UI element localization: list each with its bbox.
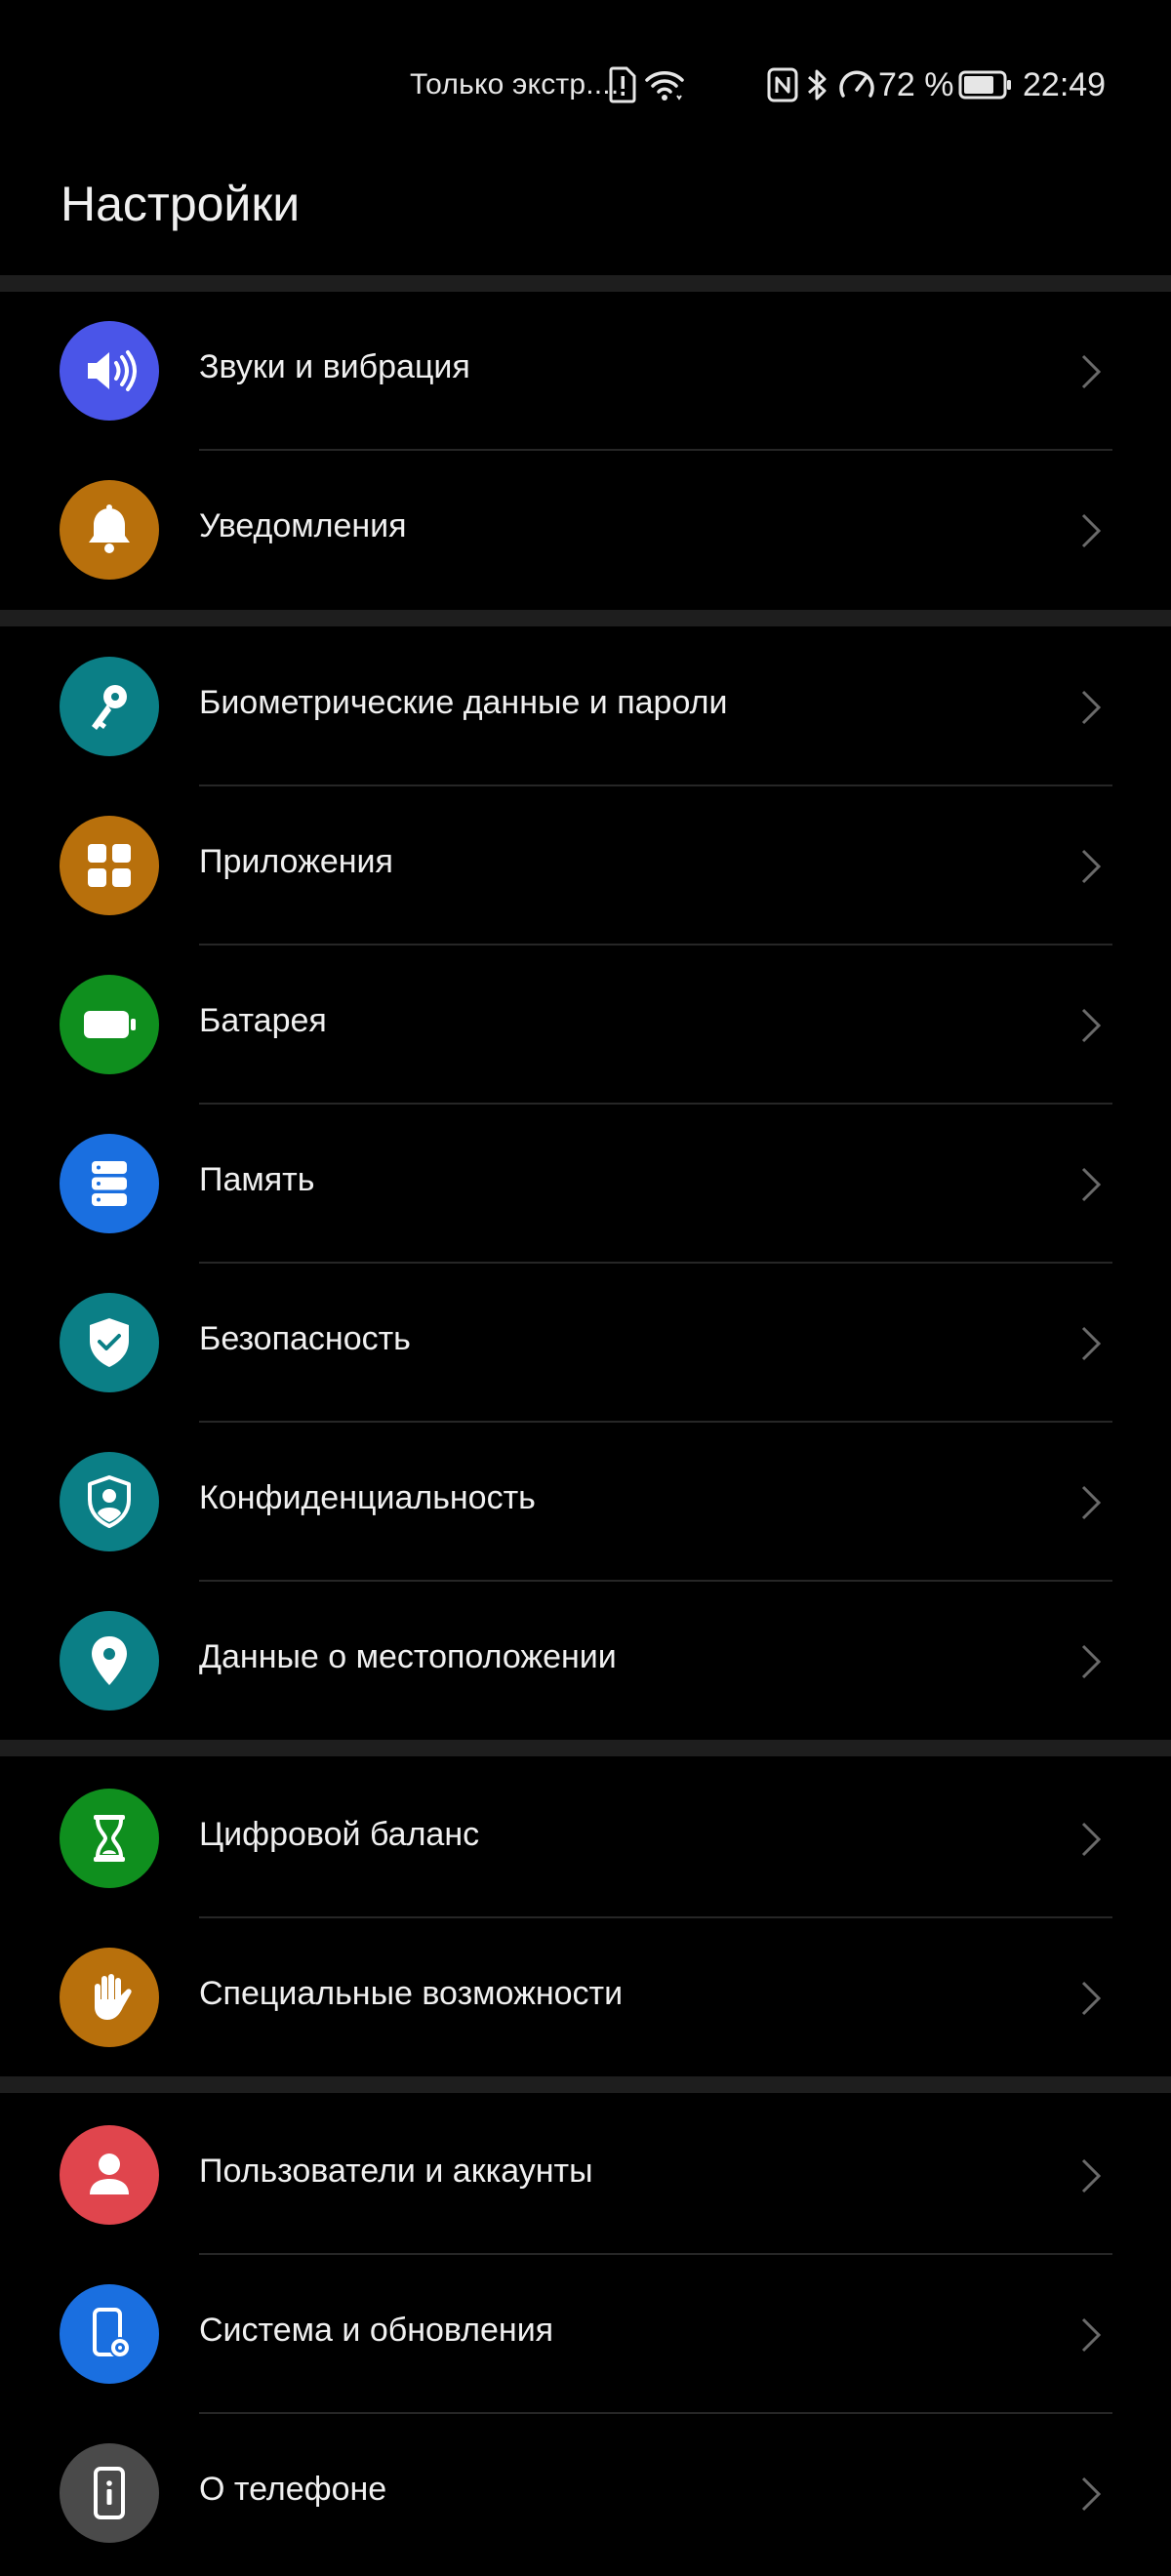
settings-item-label: Конфиденциальность — [199, 1479, 536, 1516]
speaker-icon — [88, 350, 137, 391]
storage-icon-circle — [60, 1134, 159, 1233]
speedometer-icon — [839, 70, 874, 98]
battery-icon — [84, 1011, 136, 1038]
status-bar: Только экстр.... 72 % 22:49 — [0, 0, 1171, 172]
chevron-right-icon — [1081, 2476, 1102, 2512]
settings-item-system[interactable]: Система и обновления — [0, 2255, 1171, 2414]
chevron-right-icon — [1081, 1644, 1102, 1679]
system-icon-circle — [60, 2284, 159, 2384]
section-divider — [0, 610, 1171, 626]
clock: 22:49 — [1023, 66, 1107, 103]
hourglass-icon — [94, 1815, 125, 1862]
hand-icon — [95, 1974, 132, 2020]
battery-percent: 72 % — [878, 66, 954, 103]
shield-check-icon — [90, 1318, 129, 1367]
settings-item-label: Безопасность — [199, 1320, 411, 1357]
settings-item-accessibility[interactable]: Специальные возможности — [0, 1918, 1171, 2077]
security-icon-circle — [60, 1293, 159, 1392]
chevron-right-icon — [1081, 1822, 1102, 1857]
notifications-icon-circle — [60, 480, 159, 580]
phone-info-icon — [94, 2467, 125, 2519]
settings-item-label: Цифровой баланс — [199, 1816, 480, 1853]
page-title: Настройки — [61, 177, 301, 231]
settings-item-label: Специальные возможности — [199, 1975, 624, 2012]
settings-item-security[interactable]: Безопасность — [0, 1264, 1171, 1423]
settings-item-sounds[interactable]: Звуки и вибрация — [0, 292, 1171, 451]
section-divider — [0, 1740, 1171, 1756]
chevron-right-icon — [1081, 690, 1102, 725]
location-pin-icon — [92, 1636, 127, 1685]
battery-status-icon — [958, 70, 1011, 100]
settings-item-about[interactable]: О телефоне — [0, 2414, 1171, 2573]
settings-item-notifications[interactable]: Уведомления — [0, 451, 1171, 610]
digital-balance-icon-circle — [60, 1789, 159, 1888]
wifi-icon — [645, 71, 684, 101]
settings-item-biometrics[interactable]: Биометрические данные и пароли — [0, 627, 1171, 786]
chevron-right-icon — [1081, 1167, 1102, 1202]
settings-item-privacy[interactable]: Конфиденциальность — [0, 1423, 1171, 1582]
phone-gear-icon — [93, 2308, 131, 2358]
settings-item-label: Уведомления — [199, 507, 407, 544]
settings-item-label: Звуки и вибрация — [199, 348, 470, 385]
settings-item-storage[interactable]: Память — [0, 1105, 1171, 1264]
location-icon-circle — [60, 1611, 159, 1711]
settings-item-users[interactable]: Пользователи и аккаунты — [0, 2096, 1171, 2255]
settings-item-digital-balance[interactable]: Цифровой баланс — [0, 1759, 1171, 1918]
settings-item-label: Пользователи и аккаунты — [199, 2153, 593, 2190]
carrier-text: Только экстр.... — [410, 68, 620, 101]
biometrics-icon-circle — [60, 657, 159, 756]
about-icon-circle — [60, 2443, 159, 2543]
chevron-right-icon — [1081, 1326, 1102, 1361]
storage-icon — [92, 1161, 127, 1206]
settings-item-label: Биометрические данные и пароли — [199, 684, 728, 721]
sim-alert-icon — [609, 66, 636, 103]
section-divider — [0, 275, 1171, 292]
battery-icon-circle — [60, 975, 159, 1074]
chevron-right-icon — [1081, 2317, 1102, 2353]
settings-item-battery[interactable]: Батарея — [0, 946, 1171, 1105]
chevron-right-icon — [1081, 513, 1102, 548]
section-divider — [0, 2076, 1171, 2093]
accessibility-icon-circle — [60, 1948, 159, 2047]
privacy-icon-circle — [60, 1452, 159, 1551]
settings-item-label: Батарея — [199, 1002, 327, 1039]
users-icon-circle — [60, 2125, 159, 2225]
settings-item-apps[interactable]: Приложения — [0, 786, 1171, 946]
bluetooth-icon — [808, 69, 827, 101]
chevron-right-icon — [1081, 1485, 1102, 1520]
user-icon — [90, 2153, 129, 2194]
bell-icon — [89, 504, 130, 553]
settings-item-label: О телефоне — [199, 2471, 387, 2508]
chevron-right-icon — [1081, 1981, 1102, 2016]
settings-item-label: Приложения — [199, 843, 393, 880]
key-icon — [92, 685, 127, 730]
settings-item-label: Система и обновления — [199, 2312, 554, 2349]
settings-item-location[interactable]: Данные о местоположении — [0, 1582, 1171, 1741]
settings-item-label: Данные о местоположении — [199, 1638, 617, 1675]
apps-grid-icon — [88, 844, 131, 887]
sounds-icon-circle — [60, 321, 159, 421]
apps-icon-circle — [60, 816, 159, 915]
chevron-right-icon — [1081, 849, 1102, 884]
chevron-right-icon — [1081, 2158, 1102, 2194]
shield-user-icon — [88, 1475, 131, 1528]
chevron-right-icon — [1081, 1008, 1102, 1043]
settings-item-label: Память — [199, 1161, 315, 1198]
chevron-right-icon — [1081, 354, 1102, 389]
nfc-icon — [767, 67, 798, 102]
